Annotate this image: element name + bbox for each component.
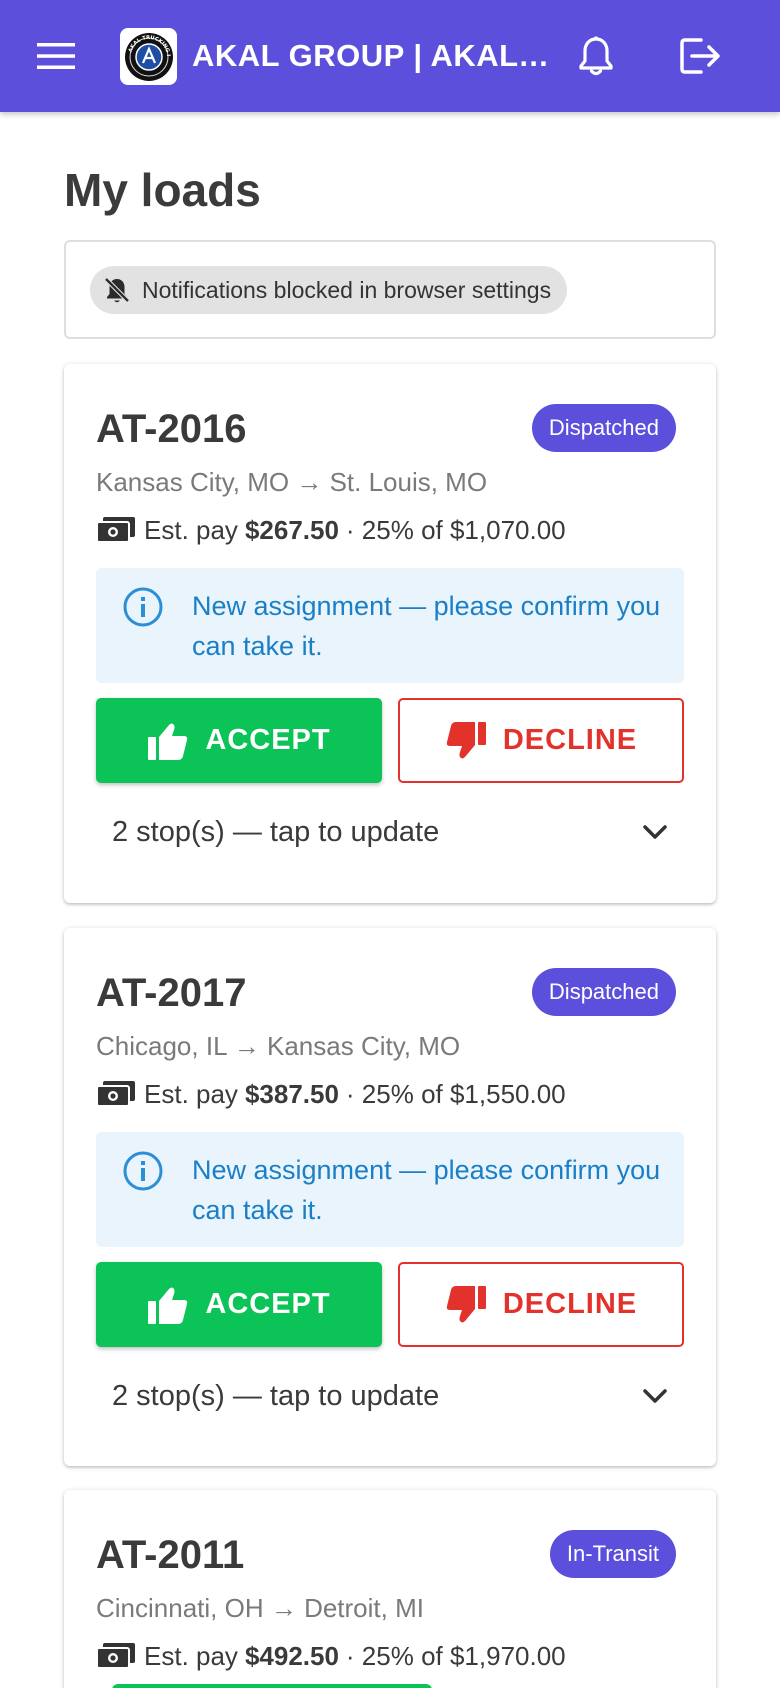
estimated-pay: Est. pay $492.50 · 25% of $1,970.00 [96, 1638, 566, 1674]
chevron-down-icon [643, 825, 667, 839]
page-title: My loads [64, 164, 261, 216]
stops-label: 2 stop(s) — tap to update [112, 815, 440, 848]
pay-breakdown: · 25% of $1,550.00 [345, 1079, 566, 1109]
logout-icon [680, 38, 720, 74]
load-card: AT-2011 In-Transit Cincinnati, OH → Detr… [64, 1490, 716, 1688]
pay-prefix: Est. pay [144, 515, 238, 545]
pay-breakdown: · 25% of $1,070.00 [345, 515, 566, 545]
load-card: AT-2017 Dispatched Chicago, IL → Kansas … [64, 928, 716, 1466]
pay-breakdown: · 25% of $1,970.00 [345, 1641, 566, 1671]
app-bar: AKAL TRUCKING INC AKAL GROUP | AKAL T… [0, 0, 780, 112]
money-icon [96, 1642, 136, 1670]
load-id: AT-2011 [96, 1533, 245, 1577]
akal-logo-icon: AKAL TRUCKING INC [124, 32, 173, 81]
load-card: AT-2016 Dispatched Kansas City, MO → St.… [64, 364, 716, 903]
pay-amount: $492.50 [244, 1641, 339, 1671]
accept-button[interactable]: ACCEPT [96, 698, 382, 783]
pay-prefix: Est. pay [144, 1641, 238, 1671]
load-id: AT-2016 [96, 407, 247, 451]
money-icon [96, 1080, 136, 1108]
pay-amount: $387.50 [244, 1079, 339, 1109]
status-badge: In-Transit [549, 1530, 676, 1578]
thumbs-down-icon [446, 721, 486, 758]
thumbs-down-icon [446, 1285, 486, 1322]
logout-button[interactable] [672, 30, 728, 82]
stops-label: 2 stop(s) — tap to update [112, 1379, 440, 1412]
pay-prefix: Est. pay [144, 1079, 238, 1109]
assignment-alert: New assignment — please confirm you can … [96, 1132, 684, 1247]
load-route: Chicago, IL → Kansas City, MO [96, 1031, 461, 1061]
bell-icon [579, 36, 613, 76]
pay-amount: $267.50 [244, 515, 339, 545]
decline-label: DECLINE [502, 724, 638, 756]
money-icon [96, 516, 136, 544]
status-badge: Dispatched [531, 968, 676, 1016]
decline-button[interactable]: DECLINE [398, 1262, 684, 1347]
estimated-pay: Est. pay $387.50 · 25% of $1,550.00 [96, 1076, 566, 1112]
stops-expander[interactable]: 2 stop(s) — tap to update [96, 792, 684, 872]
company-logo: AKAL TRUCKING INC [120, 28, 177, 85]
alert-text: New assignment — please confirm you can … [192, 1155, 661, 1225]
menu-button[interactable] [26, 30, 86, 82]
load-id: AT-2017 [96, 971, 247, 1015]
info-icon [123, 587, 163, 627]
status-badge: Dispatched [531, 404, 676, 452]
estimated-pay: Est. pay $267.50 · 25% of $1,070.00 [96, 512, 566, 548]
decline-label: DECLINE [502, 1288, 638, 1320]
decline-button[interactable]: DECLINE [398, 698, 684, 783]
alert-text: New assignment — please confirm you can … [192, 591, 661, 661]
accept-label: ACCEPT [205, 724, 331, 756]
assignment-alert: New assignment — please confirm you can … [96, 568, 684, 683]
menu-icon [37, 43, 75, 69]
app-title: AKAL GROUP | AKAL T… [192, 38, 552, 73]
notifications-blocked-chip: Notifications blocked in browser setting… [90, 266, 568, 314]
load-route: Cincinnati, OH → Detroit, MI [96, 1593, 424, 1623]
notifications-button[interactable] [570, 30, 622, 82]
stops-expander[interactable]: 2 stop(s) — tap to update [96, 1356, 684, 1436]
thumbs-up-icon [148, 723, 188, 760]
chevron-down-icon [643, 1389, 667, 1403]
info-icon [123, 1151, 163, 1191]
notice-text: Notifications blocked in browser setting… [142, 276, 552, 303]
accept-button[interactable]: ACCEPT [96, 1262, 382, 1347]
load-route: Kansas City, MO → St. Louis, MO [96, 467, 488, 497]
thumbs-up-icon [148, 1287, 188, 1324]
notification-status-panel: Notifications blocked in browser setting… [64, 240, 716, 339]
accept-label: ACCEPT [205, 1288, 331, 1320]
bell-off-icon [104, 277, 130, 303]
action-button-partial[interactable] [112, 1684, 432, 1688]
